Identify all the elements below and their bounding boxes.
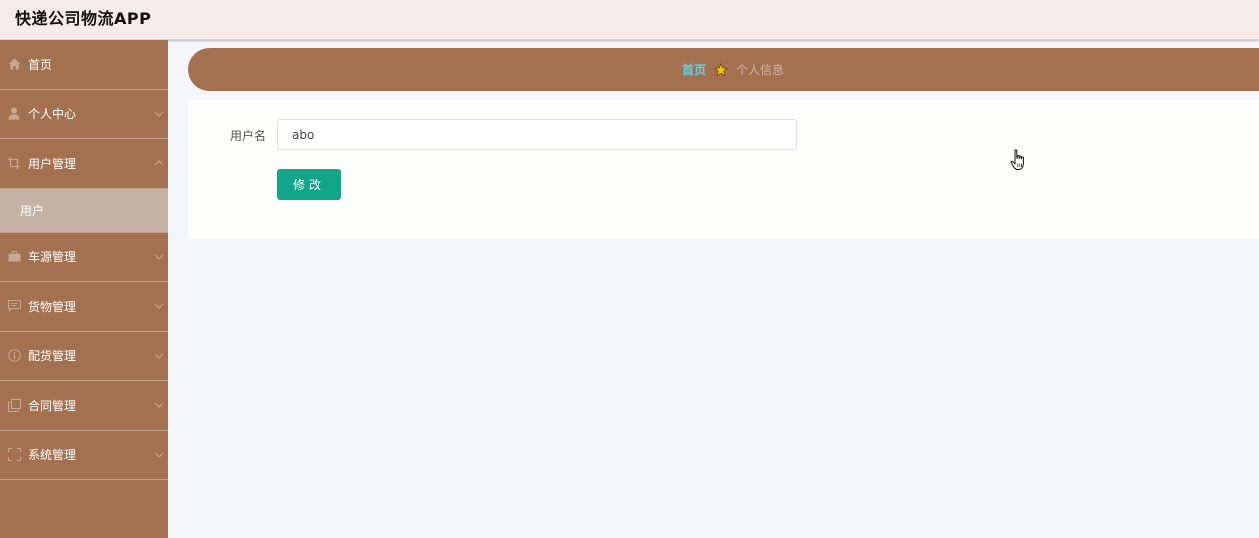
top-bar: 快递公司物流APP — [0, 0, 1259, 40]
home-icon — [7, 57, 21, 71]
chevron-down-icon — [154, 303, 164, 309]
username-input[interactable] — [277, 119, 797, 150]
breadcrumb-home-link[interactable]: 首页 — [682, 61, 706, 78]
sidebar-item-label: 车源管理 — [28, 250, 77, 265]
sidebar-item-label: 系统管理 — [28, 448, 77, 463]
chevron-down-icon — [154, 452, 164, 458]
star-icon — [714, 62, 728, 77]
sidebar-item-label: 货物管理 — [28, 299, 77, 314]
info-icon — [7, 349, 21, 363]
sidebar-item-label: 首页 — [28, 57, 53, 72]
sidebar-item-label: 配货管理 — [28, 349, 77, 364]
crop-icon — [7, 156, 21, 170]
sidebar-item-distribution-management[interactable]: 配货管理 — [0, 332, 168, 381]
sidebar-subitem-label: 用户 — [20, 203, 45, 218]
profile-form-card: 用户名 修改 — [188, 100, 1259, 239]
sidebar-item-home[interactable]: 首页 — [0, 40, 168, 90]
sidebar-item-label: 用户管理 — [28, 156, 77, 171]
sidebar-item-user-management[interactable]: 用户管理 — [0, 139, 168, 189]
chevron-down-icon — [154, 402, 164, 408]
sidebar-item-vehicle-management[interactable]: 车源管理 — [0, 233, 168, 282]
chevron-down-icon — [154, 111, 164, 117]
user-icon — [7, 107, 21, 121]
sidebar-item-personal-center[interactable]: 个人中心 — [0, 90, 168, 139]
sidebar-item-system-management[interactable]: 系统管理 — [0, 431, 168, 480]
briefcase-icon — [7, 250, 21, 264]
modify-button[interactable]: 修改 — [277, 169, 341, 200]
username-label: 用户名 — [230, 129, 267, 143]
chevron-down-icon — [154, 353, 164, 359]
sidebar-item-label: 个人中心 — [28, 107, 77, 122]
copy-icon — [7, 398, 21, 412]
sidebar-subitem-user[interactable]: 用户 — [0, 188, 168, 233]
breadcrumb-current: 个人信息 — [736, 63, 785, 77]
sidebar-item-goods-management[interactable]: 货物管理 — [0, 282, 168, 332]
app-title: 快递公司物流APP — [15, 9, 152, 28]
hand-cursor-icon — [1010, 149, 1024, 170]
chevron-up-icon — [154, 160, 164, 166]
sidebar: 首页 个人中心 用户管理 用户 车源管理 货物管理 配货管理 合同管理 系统管理 — [0, 40, 168, 538]
chevron-down-icon — [154, 254, 164, 260]
sidebar-item-label: 合同管理 — [28, 398, 77, 413]
breadcrumb: 首页 个人信息 — [188, 48, 1259, 91]
sidebar-item-contract-management[interactable]: 合同管理 — [0, 381, 168, 431]
fullscreen-icon — [7, 448, 21, 462]
message-icon — [7, 299, 21, 313]
